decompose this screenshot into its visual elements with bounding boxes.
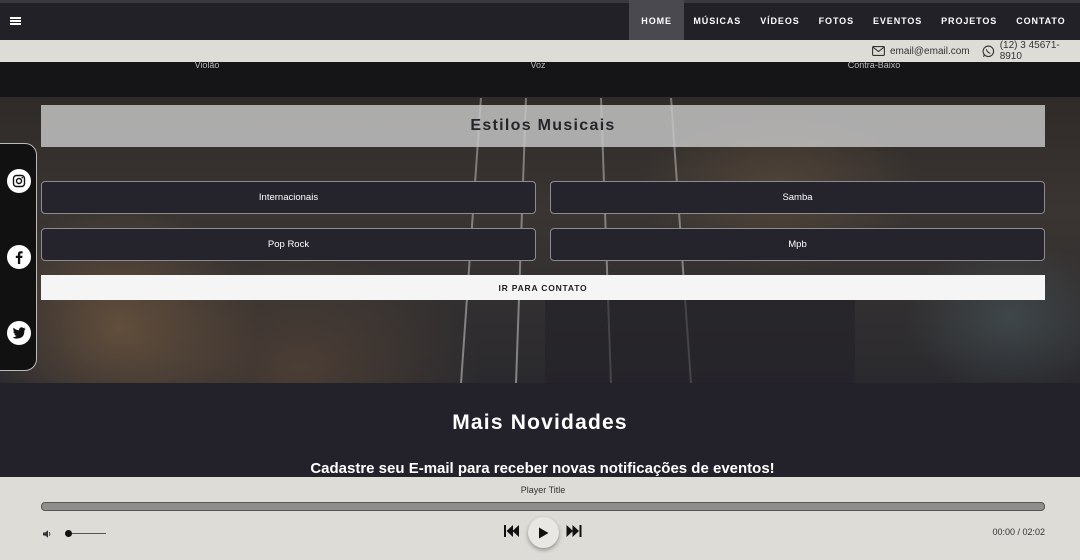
top-navbar: HOME MÚSICAS VÍDEOS FOTOS EVENTOS PROJET… (0, 0, 1080, 40)
guitar-pickup (545, 293, 855, 383)
section-title: Estilos Musicais (470, 117, 616, 134)
hero-section: Estilos Musicais Internacionais Samba Po… (0, 98, 1080, 383)
volume-icon[interactable] (43, 530, 52, 538)
email-link[interactable]: email@email.com (872, 40, 970, 62)
news-title: Mais Novidades (452, 411, 628, 434)
nav-item-videos[interactable]: VÍDEOS (751, 0, 809, 40)
news-subtitle: Cadastre seu E-mail para receber novas n… (310, 460, 775, 477)
social-sidebar (0, 143, 37, 371)
instrument-label: Contra-Baixo (847, 60, 901, 70)
instrument-label: Violão (194, 60, 220, 70)
previous-icon (504, 525, 519, 537)
instrument-strip: Violão Voz Contra-Baixo (0, 60, 1080, 98)
contact-bar: email@email.com (12) 3 45671-8910 (0, 40, 1080, 62)
nav-item-contato[interactable]: CONTATO (1007, 0, 1075, 40)
style-button-pop-rock[interactable]: Pop Rock (41, 228, 536, 261)
time-display: 00:00 / 02:02 (992, 527, 1045, 537)
style-button-samba[interactable]: Samba (550, 181, 1045, 214)
news-section: Mais Novidades Cadastre seu E-mail para … (0, 383, 1080, 477)
instrument-label: Voz (530, 60, 546, 70)
volume-slider[interactable] (66, 533, 106, 534)
nav-item-musicas[interactable]: MÚSICAS (684, 0, 751, 40)
play-icon (539, 527, 549, 538)
previous-track-button[interactable] (504, 525, 520, 537)
nav-item-projetos[interactable]: PROJETOS (932, 0, 1007, 40)
facebook-icon[interactable] (7, 245, 31, 269)
nav-item-home[interactable]: HOME (629, 0, 684, 40)
instagram-icon[interactable] (7, 169, 31, 193)
whatsapp-icon (982, 44, 995, 57)
email-text: email@email.com (890, 45, 970, 57)
audio-player: Player Title 00:00 / 02:02 (0, 477, 1080, 560)
envelope-icon (872, 46, 885, 56)
style-button-mpb[interactable]: Mpb (550, 228, 1045, 261)
phone-text: (12) 3 45671-8910 (999, 40, 1060, 62)
player-title: Player Title (520, 485, 566, 495)
style-button-internacionais[interactable]: Internacionais (41, 181, 536, 214)
go-to-contact-button[interactable]: IR PARA CONTATO (41, 275, 1045, 300)
play-button[interactable] (528, 517, 559, 548)
volume-knob[interactable] (65, 530, 72, 537)
nav-item-fotos[interactable]: FOTOS (809, 0, 863, 40)
hamburger-icon[interactable] (10, 16, 22, 26)
twitter-icon[interactable] (7, 321, 31, 345)
phone-link[interactable]: (12) 3 45671-8910 (982, 40, 1080, 62)
next-track-button[interactable] (566, 525, 582, 537)
section-title-box: Estilos Musicais (41, 105, 1045, 147)
next-icon (566, 525, 582, 537)
nav-menu: HOME MÚSICAS VÍDEOS FOTOS EVENTOS PROJET… (629, 0, 1075, 40)
progress-bar[interactable] (41, 502, 1045, 511)
nav-item-eventos[interactable]: EVENTOS (863, 0, 931, 40)
